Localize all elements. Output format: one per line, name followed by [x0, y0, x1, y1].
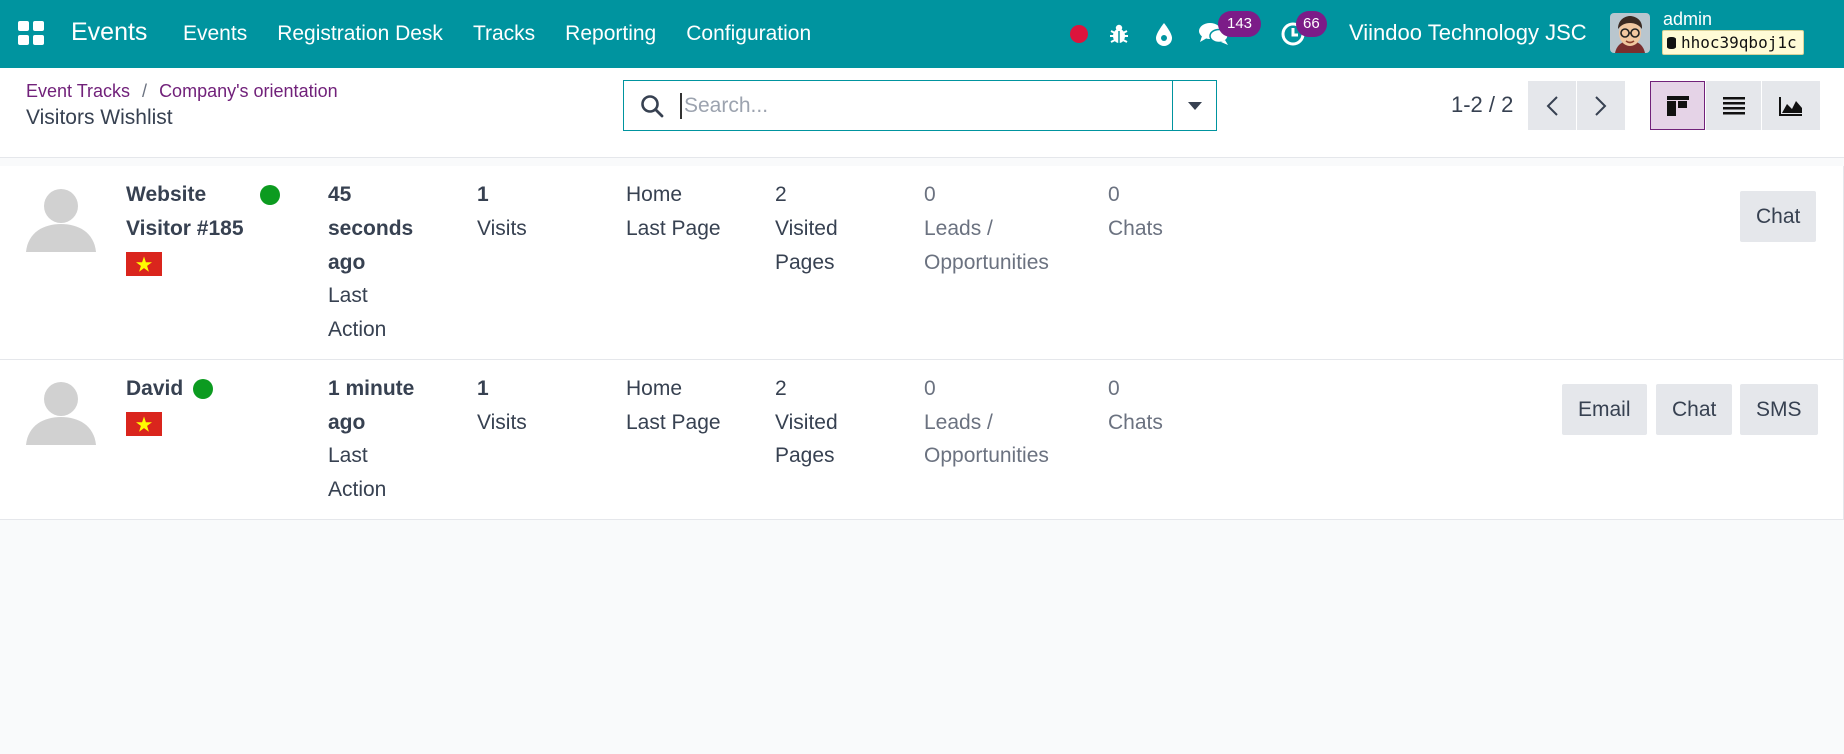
search-options-toggle[interactable] [1172, 81, 1216, 130]
visitor-name: David [126, 377, 184, 400]
pager-value[interactable]: 1-2 / 2 [1451, 92, 1513, 118]
bug-icon[interactable] [1108, 0, 1130, 68]
visits-label: Visits [477, 411, 527, 434]
database-name: hhoc39qboj1c [1681, 33, 1797, 52]
leads-label-line2: Opportunities [924, 444, 1049, 467]
vietnam-flag-icon [126, 252, 162, 276]
top-navbar: Events Events Registration Desk Tracks R… [0, 0, 1844, 68]
chats-label: Chats [1108, 217, 1163, 240]
last-action-value-line2: ago [328, 411, 366, 434]
vietnam-flag-icon [126, 412, 162, 436]
chat-button[interactable]: Chat [1740, 191, 1817, 242]
menu-tracks[interactable]: Tracks [458, 0, 550, 68]
chats-label: Chats [1108, 411, 1163, 434]
online-status-icon [193, 379, 213, 399]
apps-grid-icon[interactable] [18, 21, 44, 45]
visitor-name-line2: Visitor #185 [126, 217, 244, 240]
activity-count-badge: 66 [1296, 11, 1327, 37]
visitor-kanban: Website Visitor #185 45 seconds ago Last… [0, 166, 1844, 520]
app-title[interactable]: Events [71, 18, 147, 47]
control-panel: Event Tracks / Company's orientation Vis… [0, 68, 1844, 158]
menu-registration-desk[interactable]: Registration Desk [262, 0, 458, 68]
main-menu: Events Registration Desk Tracks Reportin… [183, 0, 826, 68]
last-action-value-line3: ago [328, 251, 366, 274]
pager-next-button[interactable] [1577, 81, 1625, 130]
kanban-view-button[interactable] [1650, 81, 1705, 130]
leads-label-line2: Opportunities [924, 251, 1049, 274]
chat-button[interactable]: Chat [1656, 384, 1733, 435]
area-chart-icon [1779, 96, 1802, 116]
search-bar [623, 80, 1217, 131]
water-drop-icon[interactable] [1155, 0, 1173, 68]
visited-pages-label: Visited [775, 411, 838, 434]
chats-value: 0 [1108, 377, 1120, 400]
last-action-value: 45 [328, 183, 352, 206]
visitor-card[interactable]: Website Visitor #185 45 seconds ago Last… [0, 166, 1844, 360]
visited-pages-label-line2: Pages [775, 251, 835, 274]
breadcrumb-separator: / [142, 81, 148, 101]
pager-previous-button[interactable] [1528, 81, 1576, 130]
menu-reporting[interactable]: Reporting [550, 0, 671, 68]
database-badge: hhoc39qboj1c [1662, 30, 1804, 55]
graph-view-button[interactable] [1762, 81, 1820, 130]
breadcrumb-track[interactable]: Company's orientation [159, 81, 338, 102]
last-action-label: Last [328, 444, 368, 467]
email-button[interactable]: Email [1562, 384, 1647, 435]
list-icon [1722, 96, 1745, 114]
leads-label: Leads / [924, 411, 993, 434]
last-action-label-line2: Action [328, 318, 387, 341]
visits-value: 1 [477, 377, 489, 400]
last-action-value-line2: seconds [328, 217, 414, 240]
breadcrumb-event-tracks[interactable]: Event Tracks [26, 81, 130, 102]
leads-value: 0 [924, 183, 936, 206]
page-title: Visitors Wishlist [26, 106, 173, 129]
breadcrumb: Event Tracks / Company's orientation [26, 81, 338, 102]
chevron-right-icon [1595, 95, 1607, 116]
last-action-label: Last [328, 284, 368, 307]
visits-label: Visits [477, 217, 527, 240]
online-status-icon [260, 185, 280, 205]
list-view-button[interactable] [1706, 81, 1761, 130]
last-page-value: Home [626, 183, 683, 206]
last-page-label: Last Page [626, 411, 721, 434]
user-name[interactable]: admin [1663, 9, 1712, 30]
last-action-value: 1 minute [328, 377, 415, 400]
visits-value: 1 [477, 183, 489, 206]
visited-pages-value: 2 [775, 377, 787, 400]
company-switcher[interactable]: Viindoo Technology JSC [1349, 20, 1587, 46]
visited-pages-label-line2: Pages [775, 444, 835, 467]
last-action-label-line2: Action [328, 478, 387, 501]
avatar-placeholder-icon [26, 189, 96, 252]
sms-button[interactable]: SMS [1740, 384, 1818, 435]
user-avatar[interactable] [1610, 13, 1650, 53]
visited-pages-label: Visited [775, 217, 838, 240]
chats-value: 0 [1108, 183, 1120, 206]
visitor-name: Website [126, 183, 207, 206]
avatar-placeholder-icon [26, 382, 96, 445]
menu-events[interactable]: Events [183, 0, 262, 68]
visited-pages-value: 2 [775, 183, 787, 206]
search-input[interactable] [680, 93, 1172, 119]
recording-dot-icon[interactable] [1070, 0, 1088, 68]
visitor-card[interactable]: David 1 minute ago Last Action 1 Visits … [0, 360, 1844, 520]
caret-down-icon [1187, 101, 1202, 110]
database-icon [1667, 36, 1676, 49]
leads-value: 0 [924, 377, 936, 400]
menu-configuration[interactable]: Configuration [671, 0, 826, 68]
kanban-icon [1666, 95, 1689, 116]
chevron-left-icon [1546, 95, 1558, 116]
chat-count-badge: 143 [1218, 11, 1262, 37]
last-page-value: Home [626, 377, 683, 400]
last-page-label: Last Page [626, 217, 721, 240]
leads-label: Leads / [924, 217, 993, 240]
search-icon [624, 81, 680, 130]
